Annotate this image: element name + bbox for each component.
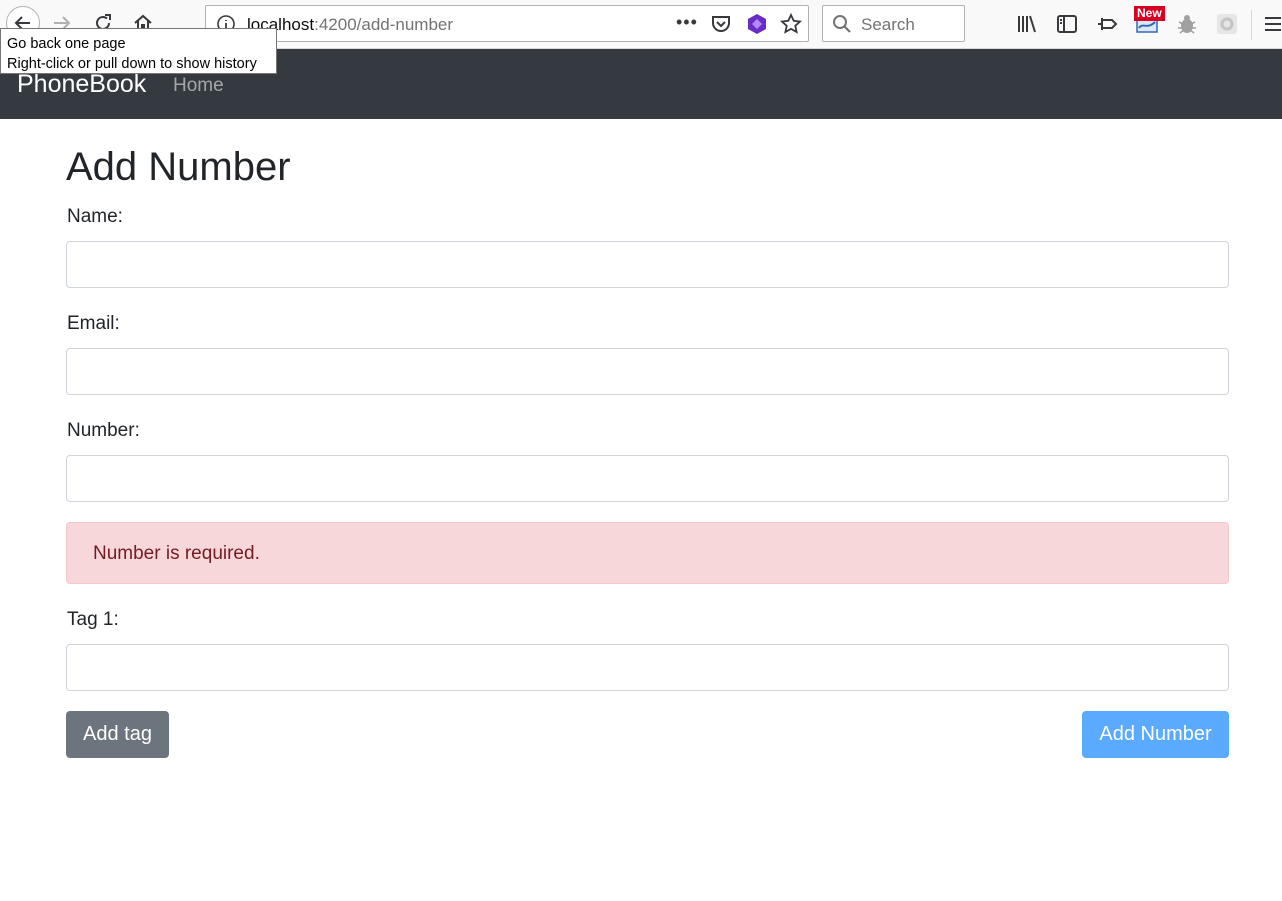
search-icon — [832, 14, 852, 39]
search-bar[interactable]: Search — [822, 5, 965, 42]
more-icon[interactable]: ••• — [676, 12, 698, 33]
gear-extension-icon[interactable] — [1215, 12, 1239, 36]
email-label: Email: — [67, 313, 120, 334]
library-icon[interactable] — [1015, 12, 1039, 36]
tag-1-label: Tag 1: — [67, 609, 119, 630]
email-input[interactable] — [66, 348, 1229, 395]
url-bar[interactable]: localhost:4200/add-number ••• — [205, 5, 809, 42]
toolbar-separator — [1251, 10, 1252, 40]
add-tag-button[interactable]: Add tag — [66, 711, 169, 758]
name-label: Name: — [67, 206, 123, 227]
bookmark-star-icon[interactable] — [779, 12, 803, 40]
pin-icon[interactable] — [1095, 12, 1119, 36]
tooltip-line-1: Go back one page — [7, 36, 126, 52]
number-required-alert: Number is required. — [66, 522, 1229, 584]
tag-1-input[interactable] — [66, 644, 1229, 691]
pocket-icon[interactable] — [710, 14, 732, 39]
add-number-button[interactable]: Add Number — [1082, 711, 1229, 758]
alert-message: Number is required. — [93, 543, 260, 564]
number-label: Number: — [67, 420, 140, 441]
extension-icon[interactable] — [746, 13, 768, 40]
name-input[interactable] — [66, 241, 1229, 288]
search-placeholder: Search — [861, 15, 915, 34]
navbar-brand[interactable]: PhoneBook — [17, 70, 146, 99]
tooltip-line-2: Right-click or pull down to show history — [7, 56, 257, 72]
menu-icon[interactable] — [1263, 12, 1282, 36]
page-title: Add Number — [66, 145, 291, 189]
url-path: :4200/add-number — [314, 15, 454, 34]
sidebar-icon[interactable] — [1055, 12, 1079, 36]
number-input[interactable] — [66, 455, 1229, 502]
bug-icon[interactable] — [1175, 12, 1199, 36]
nav-link-home[interactable]: Home — [173, 75, 224, 97]
new-badge: New — [1134, 6, 1165, 21]
url-text[interactable]: localhost:4200/add-number — [247, 15, 453, 35]
back-button-tooltip: Go back one page Right-click or pull dow… — [0, 28, 277, 74]
